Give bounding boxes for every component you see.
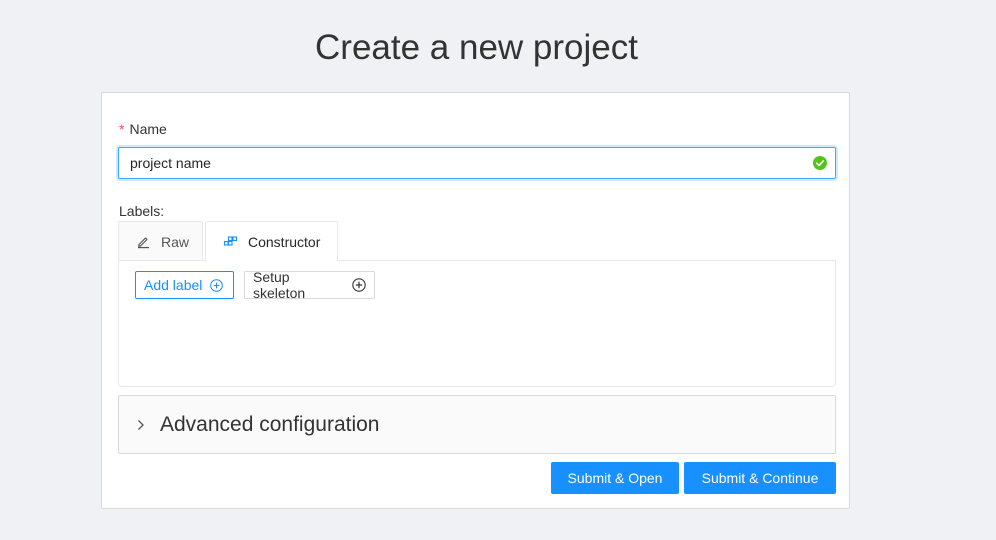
tab-constructor[interactable]: Constructor: [205, 221, 338, 262]
name-field-label: * Name: [119, 121, 167, 137]
plus-circle-icon: [352, 278, 366, 292]
add-label-text: Add label: [144, 277, 203, 293]
chevron-right-icon: [136, 419, 146, 431]
labels-caption: Labels:: [119, 203, 165, 219]
setup-skeleton-button[interactable]: Setup skeleton: [244, 269, 375, 301]
constructor-panel: Add label Setup skeleton: [118, 260, 836, 387]
plus-circle-icon: [210, 278, 224, 292]
name-input[interactable]: [119, 148, 799, 178]
advanced-configuration-label: Advanced configuration: [160, 412, 380, 436]
add-label-button[interactable]: Add label: [135, 271, 234, 299]
setup-skeleton-text: Setup skeleton: [253, 269, 306, 301]
submit-continue-button[interactable]: Submit & Continue: [684, 462, 836, 494]
tab-raw-label: Raw: [161, 233, 190, 250]
name-label-text: Name: [129, 121, 167, 137]
build-icon: [222, 234, 238, 250]
page-title: Create a new project: [315, 28, 638, 67]
create-project-form: *Name Labels: Raw Constructo: [101, 92, 850, 509]
tab-constructor-label: Constructor: [248, 234, 321, 250]
required-mark: *: [119, 121, 125, 137]
edit-icon: [135, 234, 151, 250]
tab-raw[interactable]: Raw: [118, 221, 203, 261]
submit-open-button[interactable]: Submit & Open: [551, 462, 679, 494]
name-field[interactable]: [118, 147, 836, 179]
check-circle-icon: [813, 156, 827, 170]
advanced-configuration-panel[interactable]: Advanced configuration: [118, 395, 836, 454]
